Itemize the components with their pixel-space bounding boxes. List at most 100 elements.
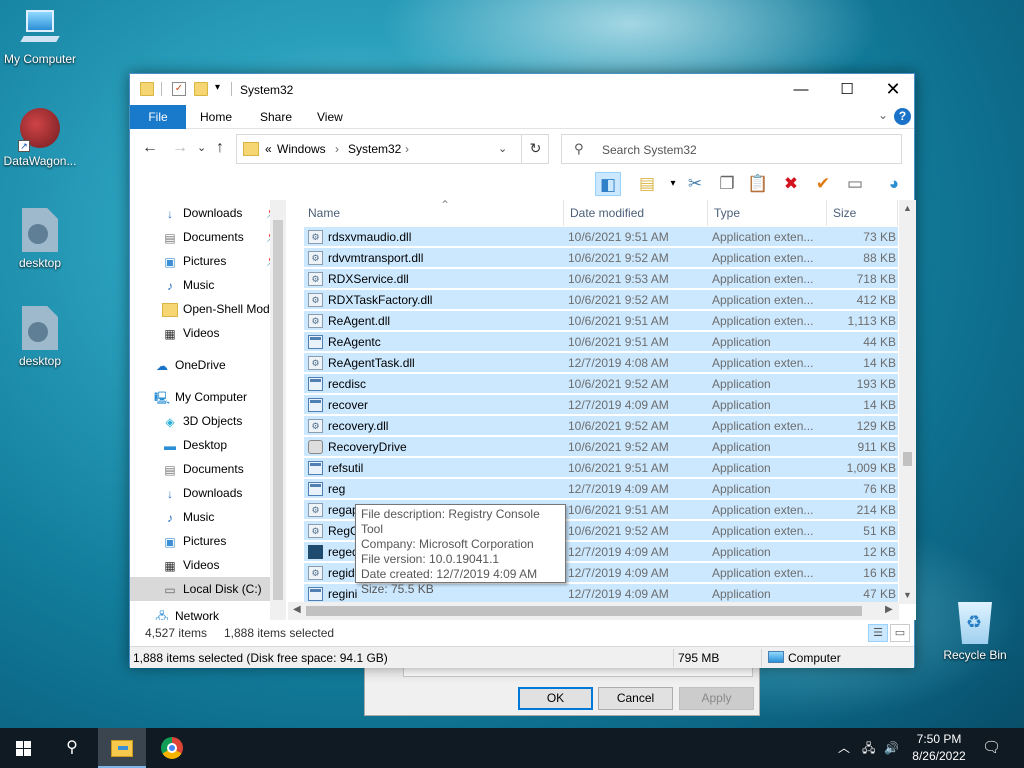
table-row[interactable]: refsutil 10/6/2021 9:51 AM Application 1,00… <box>304 458 898 478</box>
desktop-icon-desktop-2[interactable]: desktop <box>0 306 80 368</box>
nav-item-pc-music[interactable]: ♪ Music <box>130 505 286 529</box>
horizontal-scrollbar[interactable]: ◀ ▶ <box>288 602 899 620</box>
table-row[interactable]: recover 12/7/2019 4:09 AM Application 14 KB <box>304 395 898 415</box>
ok-button[interactable]: OK <box>518 687 593 710</box>
globe-icon[interactable]: ◕ <box>881 172 907 196</box>
minimize-button[interactable]: — <box>778 74 824 105</box>
nav-item-pc-pictures[interactable]: ▣ Pictures <box>130 529 286 553</box>
search-box[interactable]: ⚲ Search System32 <box>561 134 902 164</box>
nav-item-local-disk[interactable]: ▭ Local Disk (C:) <box>130 577 286 601</box>
table-row[interactable]: ⚙ ReAgent.dll 10/6/2021 9:51 AM Application… <box>304 311 898 331</box>
cancel-button[interactable]: Cancel <box>598 687 673 710</box>
desktop-icon-datawagon[interactable]: ↗ DataWagon... <box>0 108 80 168</box>
expand-ribbon-icon[interactable]: ⌄ <box>878 108 888 122</box>
desktop-icon-desktop-1[interactable]: desktop <box>0 208 80 270</box>
column-header-size[interactable]: Size <box>827 200 898 226</box>
column-header-date[interactable]: Date modified <box>564 200 708 226</box>
clock-date: 8/26/2022 <box>912 749 966 763</box>
table-row[interactable]: ⚙ RDXTaskFactory.dll 10/6/2021 9:52 AM Appl… <box>304 290 898 310</box>
computer-icon <box>20 10 60 46</box>
nav-item-pc-downloads[interactable]: ↓ Downloads <box>130 481 286 505</box>
table-row[interactable]: ⚙ recovery.dll 10/6/2021 9:52 AM Applicatio… <box>304 416 898 436</box>
start-button[interactable] <box>0 728 48 768</box>
scrollbar-thumb[interactable] <box>306 606 862 616</box>
delete-icon[interactable]: ✖ <box>778 172 804 196</box>
scrollbar-thumb[interactable] <box>273 220 283 600</box>
table-row[interactable]: ⚙ ReAgentTask.dll 12/7/2019 4:08 AM Applica… <box>304 353 898 373</box>
recent-locations-icon[interactable]: ⌄ <box>197 141 206 154</box>
nav-item-3d-objects[interactable]: ◈ 3D Objects <box>130 409 286 433</box>
table-row[interactable]: ⚙ RDXService.dll 10/6/2021 9:53 AM Applicat… <box>304 269 898 289</box>
navpane-scrollbar[interactable] <box>270 200 286 620</box>
close-button[interactable]: ✕ <box>870 74 916 105</box>
nav-item-pc-documents[interactable]: ▤ Documents <box>130 457 286 481</box>
nav-item-documents[interactable]: ▤Documents📌 <box>130 225 286 249</box>
nav-item-label: Documents <box>183 230 244 244</box>
nav-item-downloads[interactable]: ↓Downloads📌 <box>130 201 286 225</box>
nav-item-pictures[interactable]: ▣Pictures📌 <box>130 249 286 273</box>
nav-item-my-computer[interactable]: 🖳 My Computer <box>130 385 286 409</box>
taskbar-chrome[interactable] <box>148 728 196 768</box>
copy-icon[interactable]: ❐ <box>714 172 740 196</box>
refresh-icon[interactable]: ↻ <box>521 134 549 164</box>
show-hidden-icons-icon[interactable]: ︿ <box>838 728 850 768</box>
clock[interactable]: 7:50 PM 8/26/2022 <box>896 731 982 765</box>
tab-share[interactable]: Share <box>246 105 306 129</box>
tab-file[interactable]: File <box>130 105 186 129</box>
up-arrow-icon[interactable]: ↑ <box>216 139 224 157</box>
table-row[interactable]: RecoveryDrive 10/6/2021 9:52 AM Applicatio… <box>304 437 898 457</box>
details-view-icon[interactable]: ☰ <box>868 624 888 642</box>
address-dropdown-icon[interactable]: ⌄ <box>498 142 507 155</box>
file-list-scrollbar[interactable]: ▲ ▼ <box>899 200 916 604</box>
scrollbar-thumb[interactable] <box>903 452 912 466</box>
tab-home[interactable]: Home <box>186 105 246 129</box>
paste-icon[interactable]: 📋 <box>745 172 771 196</box>
scroll-down-icon[interactable]: ▼ <box>903 590 912 600</box>
nav-item-pc-videos[interactable]: ▦ Videos <box>130 553 286 577</box>
table-row[interactable]: ⚙ rdvvmtransport.dll 10/6/2021 9:52 AM Appl… <box>304 248 898 268</box>
file-type: Application <box>712 398 771 412</box>
nav-item-videos[interactable]: ▦ Videos <box>130 321 286 345</box>
table-row[interactable]: ReAgentc 10/6/2021 9:51 AM Application 44 K… <box>304 332 898 352</box>
search-button[interactable]: ⚲ <box>48 728 96 768</box>
properties-check-icon[interactable]: ✔ <box>810 172 836 196</box>
table-row[interactable]: ⚙ rdsxvmaudio.dll 10/6/2021 9:51 AM Applica… <box>304 227 898 247</box>
properties-icon[interactable]: ✓ <box>172 82 186 96</box>
breadcrumb-windows[interactable]: Windows <box>277 142 326 156</box>
cut-icon[interactable]: ✂ <box>682 172 708 196</box>
nav-item-music[interactable]: ♪ Music <box>130 273 286 297</box>
large-icons-view-icon[interactable]: ▭ <box>890 624 910 642</box>
table-row[interactable]: recdisc 10/6/2021 9:52 AM Application 193 K… <box>304 374 898 394</box>
navigation-pane-icon[interactable]: ◧ <box>595 172 621 196</box>
breadcrumb-system32[interactable]: System32 <box>348 142 401 156</box>
nav-item-open-shell[interactable]: Open-Shell Mod <box>130 297 286 321</box>
desktop-icon-recycle-bin[interactable]: Recycle Bin <box>935 602 1015 662</box>
nav-item-network[interactable]: 🖧 Network <box>130 609 286 620</box>
network-status-icon[interactable]: 🖧 <box>862 728 875 768</box>
breadcrumb-separator-icon[interactable]: › <box>405 142 409 156</box>
scroll-up-icon[interactable]: ▲ <box>903 203 912 213</box>
scroll-right-icon[interactable]: ▶ <box>885 604 893 615</box>
new-folder-icon[interactable] <box>194 82 208 96</box>
scroll-left-icon[interactable]: ◀ <box>293 604 301 615</box>
title-bar[interactable]: ✓ ▾ System32 — ☐ ✕ <box>130 74 914 105</box>
breadcrumb-separator-icon[interactable]: › <box>335 142 339 156</box>
maximize-button[interactable]: ☐ <box>824 74 870 105</box>
address-bar[interactable]: « Windows › System32 › ⌄ <box>236 134 549 164</box>
taskbar-file-explorer[interactable] <box>98 728 146 768</box>
tab-view[interactable]: View <box>303 105 357 129</box>
nav-item-desktop[interactable]: ▬ Desktop <box>130 433 286 457</box>
column-header-name[interactable]: Name ⌃ <box>302 200 564 226</box>
customize-qa-icon[interactable]: ▾ <box>215 82 220 93</box>
table-row[interactable]: reg 12/7/2019 4:09 AM Application 76 KB <box>304 479 898 499</box>
views-icon[interactable]: ▤ <box>634 172 660 196</box>
desktop-icon-my-computer[interactable]: My Computer <box>0 10 80 66</box>
search-input[interactable]: Search System32 <box>602 143 697 157</box>
nav-item-onedrive[interactable]: ☁ OneDrive <box>130 353 286 377</box>
rename-icon[interactable]: ▭ <box>842 172 868 196</box>
back-arrow-icon[interactable]: ← <box>142 139 158 157</box>
breadcrumb-overflow[interactable]: « <box>265 142 272 156</box>
help-icon[interactable]: ? <box>894 108 911 125</box>
notifications-icon[interactable]: 🗨 <box>982 728 1001 768</box>
column-header-type[interactable]: Type <box>708 200 827 226</box>
